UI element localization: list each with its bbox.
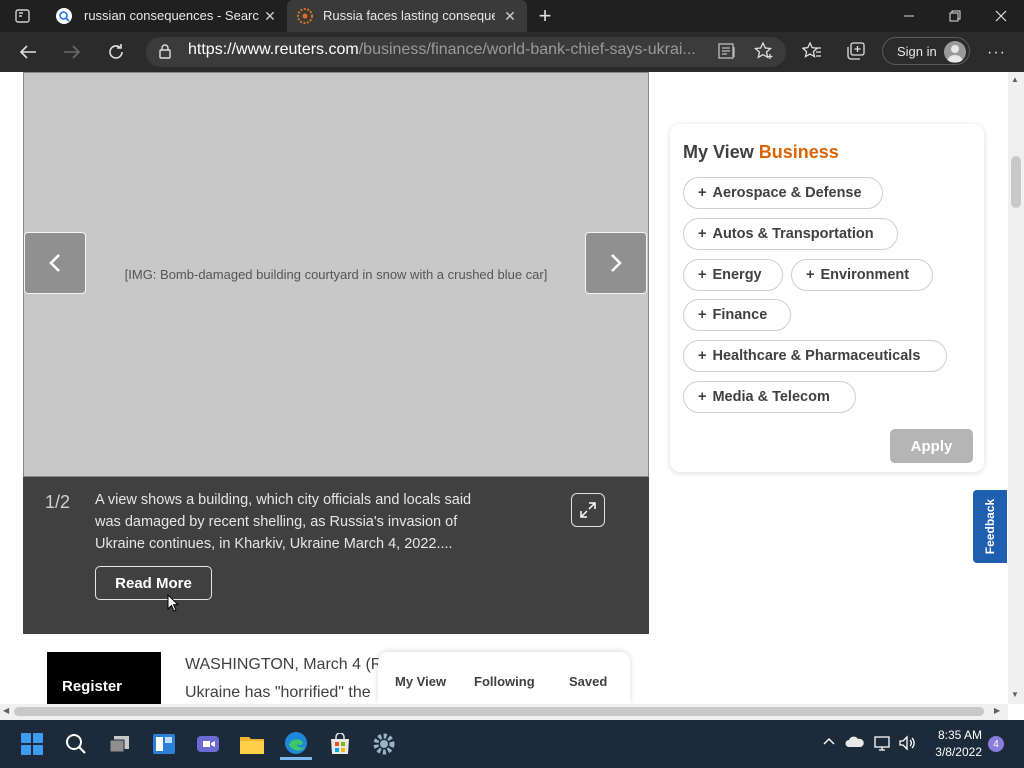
search-favicon-icon	[56, 8, 72, 24]
article-dateline: WASHINGTON, March 4 (R	[185, 656, 383, 673]
chip-label: Environment	[820, 267, 910, 283]
tab-search[interactable]: russian consequences - Search ✕	[46, 0, 286, 32]
new-tab-icon[interactable]: +	[535, 5, 555, 27]
feedback-tab[interactable]: Feedback	[973, 490, 1007, 563]
search-icon[interactable]	[60, 728, 92, 760]
mouse-cursor-icon	[167, 594, 179, 612]
bottom-nav-bar: My View Following Saved	[378, 652, 630, 704]
article-text: Ukraine has "horrified" the	[185, 684, 371, 701]
notification-badge[interactable]: 4	[988, 736, 1004, 752]
chip-energy[interactable]: + Energy	[683, 259, 783, 291]
chip-media-telecom[interactable]: + Media & Telecom	[683, 381, 856, 413]
my-view-title: My View Business	[683, 142, 839, 163]
photo-caption: A view shows a building, which city offi…	[95, 492, 472, 552]
chip-healthcare-pharmaceuticals[interactable]: + Healthcare & Pharmaceuticals	[683, 340, 947, 372]
chip-environment[interactable]: + Environment	[791, 259, 933, 291]
scroll-left-icon[interactable]: ◀	[3, 706, 9, 715]
web-page: [IMG: Bomb-damaged building courtyard in…	[0, 72, 1008, 704]
chip-label: Media & Telecom	[712, 389, 830, 405]
my-view-title-accent: Business	[758, 142, 839, 162]
close-window-icon[interactable]	[978, 0, 1024, 32]
favorites-icon[interactable]	[802, 42, 822, 60]
onedrive-icon[interactable]	[845, 735, 865, 749]
scroll-right-icon[interactable]: ▶	[994, 706, 1000, 715]
collections-icon[interactable]	[846, 42, 866, 60]
plus-icon: +	[698, 185, 707, 201]
tab-search-title: russian consequences - Search	[84, 8, 259, 23]
register-button[interactable]: Register	[47, 652, 161, 704]
plus-icon: +	[698, 389, 707, 405]
tab-close-icon[interactable]: ✕	[503, 9, 517, 23]
gallery-photo: [IMG: Bomb-damaged building courtyard in…	[23, 72, 649, 477]
clock-date[interactable]: 3/8/2022	[924, 745, 982, 759]
edge-icon[interactable]	[280, 728, 312, 760]
url-domain: https://www.reuters.com	[188, 41, 359, 58]
plus-icon: +	[698, 348, 707, 364]
feedback-label: Feedback	[983, 498, 997, 555]
settings-icon[interactable]	[368, 728, 400, 760]
teams-chat-icon[interactable]	[192, 728, 224, 760]
minimize-icon[interactable]	[886, 0, 932, 32]
file-explorer-icon[interactable]	[236, 728, 268, 760]
nav-following[interactable]: Following	[474, 674, 535, 689]
my-view-title-prefix: My View	[683, 142, 754, 162]
plus-icon: +	[698, 307, 707, 323]
tab-reuters[interactable]: Russia faces lasting consequence ✕	[287, 0, 527, 32]
gallery-next-button[interactable]	[585, 232, 647, 294]
lock-icon[interactable]	[158, 43, 172, 59]
chip-label: Energy	[712, 267, 762, 283]
tab-reuters-title: Russia faces lasting consequence	[323, 8, 495, 23]
volume-icon[interactable]	[898, 735, 918, 751]
start-icon[interactable]	[16, 728, 48, 760]
chip-label: Healthcare & Pharmaceuticals	[712, 348, 921, 364]
scroll-down-icon[interactable]: ▼	[1011, 690, 1019, 699]
gallery-counter: 1/2	[45, 492, 71, 512]
read-more-button[interactable]: Read More	[95, 566, 212, 600]
reuters-favicon-icon	[297, 8, 313, 24]
nav-saved[interactable]: Saved	[569, 674, 607, 689]
chip-autos-transportation[interactable]: + Autos & Transportation	[683, 218, 898, 250]
plus-icon: +	[698, 226, 707, 242]
back-icon[interactable]	[13, 37, 43, 67]
browser-tab-bar: russian consequences - Search ✕ Russia f…	[0, 0, 1024, 32]
url-text[interactable]: https://www.reuters.com/business/finance…	[188, 41, 698, 59]
sign-in-label: Sign in	[897, 43, 937, 59]
chip-finance[interactable]: + Finance	[683, 299, 791, 331]
refresh-icon[interactable]	[101, 37, 131, 67]
url-path: /business/finance/world-bank-chief-says-…	[358, 41, 696, 58]
plus-icon: +	[698, 267, 707, 283]
tab-close-icon[interactable]: ✕	[263, 9, 277, 23]
scroll-up-icon[interactable]: ▲	[1011, 75, 1019, 84]
sign-in-button[interactable]: Sign in	[882, 37, 970, 65]
reader-view-icon[interactable]	[718, 43, 738, 59]
chip-label: Autos & Transportation	[712, 226, 874, 242]
forward-icon	[57, 37, 87, 67]
more-options-icon[interactable]: ···	[987, 44, 1006, 62]
tab-actions-icon[interactable]	[14, 8, 32, 24]
expand-icon[interactable]	[571, 493, 605, 527]
add-favorite-icon[interactable]	[754, 42, 774, 60]
clock-time[interactable]: 8:35 AM	[934, 728, 982, 742]
store-icon[interactable]	[324, 728, 356, 760]
apply-button[interactable]: Apply	[890, 429, 973, 463]
horizontal-scroll-thumb[interactable]	[14, 707, 984, 716]
chip-aerospace-defense[interactable]: + Aerospace & Defense	[683, 177, 883, 209]
task-view-icon[interactable]	[104, 728, 136, 760]
nav-my-view[interactable]: My View	[395, 674, 446, 689]
chip-label: Finance	[712, 307, 768, 323]
restore-icon[interactable]	[932, 0, 978, 32]
gallery-prev-button[interactable]	[24, 232, 86, 294]
chip-label: Aerospace & Defense	[712, 185, 862, 201]
show-hidden-icons-icon[interactable]	[822, 736, 836, 746]
network-icon[interactable]	[873, 735, 893, 751]
plus-icon: +	[806, 267, 815, 283]
vertical-scroll-thumb[interactable]	[1011, 156, 1021, 208]
avatar	[944, 41, 966, 63]
widgets-icon[interactable]	[148, 728, 180, 760]
